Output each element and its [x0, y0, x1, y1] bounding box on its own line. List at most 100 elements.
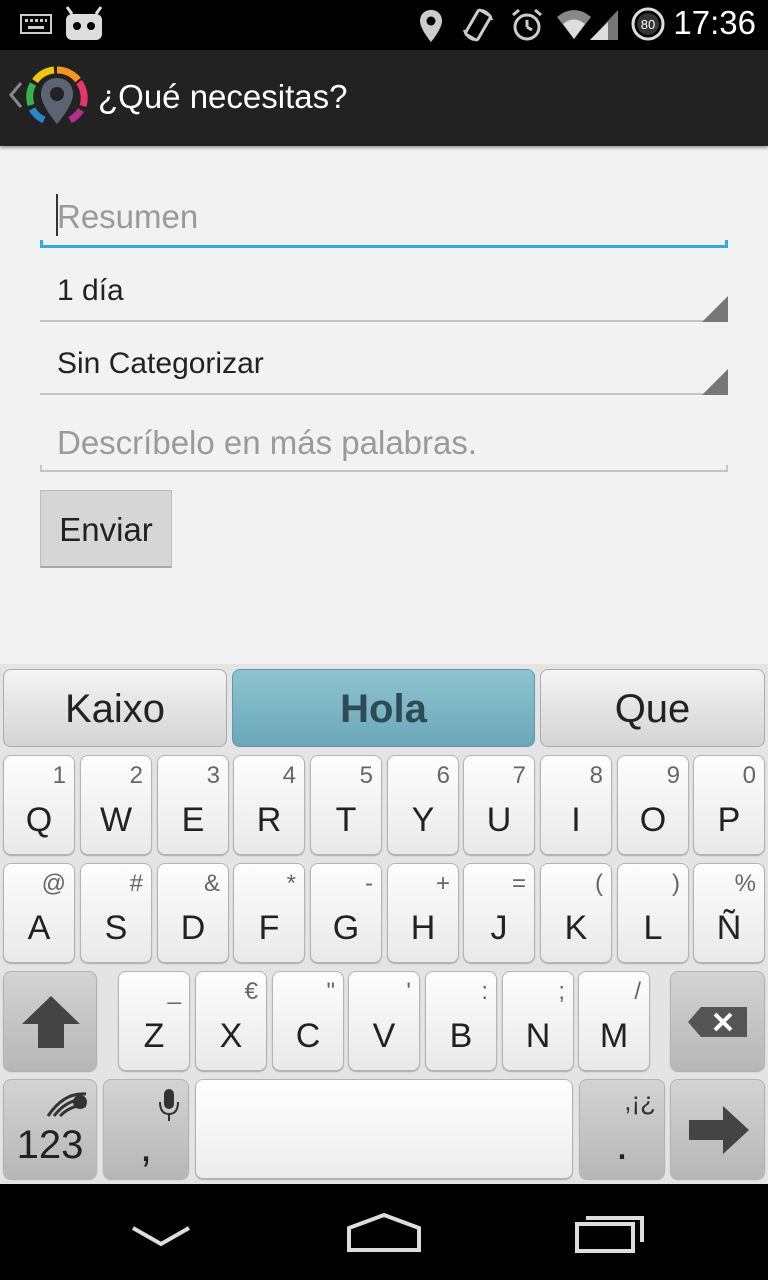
- duration-spinner[interactable]: 1 día: [40, 270, 728, 322]
- comma-key[interactable]: ,: [103, 1079, 189, 1179]
- key-alt-label: =: [511, 870, 526, 897]
- shift-arrow-icon: [20, 994, 82, 1055]
- key-label: U: [486, 801, 512, 839]
- key-s[interactable]: # S: [80, 863, 152, 963]
- key-alt-label: 6: [436, 762, 450, 789]
- key-v[interactable]: ' V: [348, 971, 420, 1071]
- key-alt-label: 5: [359, 762, 373, 789]
- back-icon[interactable]: [130, 1224, 192, 1252]
- key-d[interactable]: & D: [157, 863, 229, 963]
- key-y[interactable]: 6Y: [387, 755, 459, 855]
- space-bar[interactable]: [195, 1079, 573, 1179]
- key-label: O: [639, 801, 667, 839]
- key-enye[interactable]: % Ñ: [693, 863, 765, 963]
- key-alt-label: *: [286, 870, 296, 897]
- key-n[interactable]: ; N: [502, 971, 574, 1071]
- key-alt-label: :: [481, 978, 488, 1005]
- key-b[interactable]: :B: [425, 971, 497, 1071]
- rotate-icon: [462, 8, 496, 46]
- period-key[interactable]: ,¡¿ .: [579, 1079, 665, 1179]
- key-alt-label: -: [365, 870, 373, 897]
- key-alt-label: 7: [512, 762, 526, 789]
- key-alt-label: ,¡¿: [624, 1086, 656, 1116]
- navigation-bar: [0, 1184, 768, 1280]
- key-i[interactable]: 8I: [540, 755, 612, 855]
- key-alt-label: #: [129, 870, 143, 897]
- key-label: M: [599, 1017, 629, 1055]
- key-label: 123: [16, 1123, 84, 1167]
- key-x[interactable]: € X: [195, 971, 267, 1071]
- key-label: T: [335, 801, 357, 839]
- key-h[interactable]: + H: [387, 863, 459, 963]
- key-label: Z: [143, 1017, 165, 1055]
- key-label: H: [410, 909, 436, 947]
- description-underline: [40, 465, 728, 472]
- key-alt-label: %: [734, 870, 756, 897]
- key-label: E: [181, 801, 205, 839]
- key-label: S: [104, 909, 128, 947]
- key-l[interactable]: ) L: [617, 863, 689, 963]
- key-alt-label: 2: [129, 762, 143, 789]
- category-value: Sin Categorizar: [57, 347, 264, 380]
- key-label: X: [219, 1017, 243, 1055]
- category-underline: [40, 393, 728, 395]
- shift-key[interactable]: [3, 971, 97, 1071]
- key-w[interactable]: 2W: [80, 755, 152, 855]
- key-label: D: [180, 909, 206, 947]
- soft-keyboard: Kaixo Hola Que 1Q 2W 3E 4R 5T 6Y 7U 8I 9…: [0, 664, 768, 1184]
- app-logo-icon[interactable]: [24, 64, 90, 134]
- location-icon: [418, 8, 444, 48]
- numbers-key[interactable]: 123: [3, 1079, 97, 1179]
- key-label: Y: [411, 801, 435, 839]
- keyboard-icon: [20, 14, 52, 38]
- home-icon[interactable]: [346, 1212, 422, 1258]
- key-o[interactable]: 9O: [617, 755, 689, 855]
- backspace-key[interactable]: [670, 971, 765, 1071]
- key-k[interactable]: (K: [540, 863, 612, 963]
- key-u[interactable]: 7U: [463, 755, 535, 855]
- key-alt-label: 1: [52, 762, 66, 789]
- key-label: ,: [139, 1122, 153, 1171]
- dropdown-triangle-icon: [702, 369, 728, 395]
- summary-underline: [40, 240, 728, 248]
- category-spinner[interactable]: Sin Categorizar: [40, 343, 728, 395]
- key-label: Ñ: [716, 909, 742, 947]
- key-e[interactable]: 3E: [157, 755, 229, 855]
- suggestion-1[interactable]: Kaixo: [3, 669, 227, 747]
- key-alt-label: 3: [206, 762, 220, 789]
- key-label: K: [564, 909, 588, 947]
- submit-button[interactable]: Enviar: [40, 490, 172, 568]
- key-label: .: [615, 1120, 629, 1169]
- key-label: C: [295, 1017, 321, 1055]
- key-c[interactable]: " C: [272, 971, 344, 1071]
- suggestion-3[interactable]: Que: [540, 669, 765, 747]
- android-icon: [64, 6, 104, 46]
- suggestion-2[interactable]: Hola: [232, 669, 535, 747]
- key-label: I: [571, 801, 581, 839]
- key-q[interactable]: 1Q: [3, 755, 75, 855]
- key-t[interactable]: 5T: [310, 755, 382, 855]
- key-j[interactable]: = J: [463, 863, 535, 963]
- key-alt-label: +: [435, 870, 450, 897]
- key-label: V: [372, 1017, 396, 1055]
- key-z[interactable]: _ Z: [118, 971, 190, 1071]
- key-m[interactable]: / M: [578, 971, 650, 1071]
- key-r[interactable]: 4R: [233, 755, 305, 855]
- action-bar: ¿Qué necesitas?: [0, 50, 768, 146]
- key-alt-label: _: [167, 978, 181, 1005]
- backspace-icon: [687, 1006, 749, 1043]
- back-icon[interactable]: [8, 80, 24, 114]
- description-input[interactable]: Descríbelo en más palabras.: [40, 418, 728, 472]
- recents-icon[interactable]: [574, 1212, 646, 1258]
- key-alt-label: 0: [742, 762, 756, 789]
- summary-input[interactable]: Resumen: [40, 190, 728, 248]
- key-f[interactable]: * F: [233, 863, 305, 963]
- enter-key[interactable]: [670, 1079, 765, 1179]
- key-g[interactable]: -G: [310, 863, 382, 963]
- key-alt-label: ): [672, 870, 680, 897]
- key-label: J: [490, 909, 508, 947]
- key-alt-label: ;: [558, 978, 565, 1005]
- key-p[interactable]: 0P: [693, 755, 765, 855]
- key-a[interactable]: @ A: [3, 863, 75, 963]
- key-alt-label: 4: [282, 762, 296, 789]
